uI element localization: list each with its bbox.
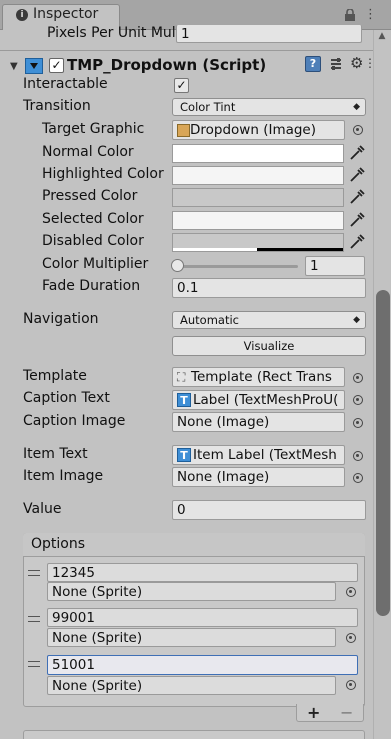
highlighted-color-label: Highlighted Color — [42, 166, 164, 182]
options-title: Options — [31, 536, 86, 552]
item-image-label: Item Image — [23, 468, 104, 484]
tab-title: Inspector — [33, 6, 99, 22]
selected-color-label: Selected Color — [42, 211, 144, 227]
pressed-color-field[interactable] — [172, 188, 344, 207]
template-field[interactable]: ⛶ Template (Rect Trans — [172, 367, 345, 387]
color-multiplier-slider-track[interactable] — [176, 265, 298, 268]
component-enabled-checkbox[interactable]: ✓ — [49, 58, 64, 73]
value-label: Value — [23, 501, 62, 517]
selected-color-field[interactable] — [172, 211, 344, 230]
interactable-label: Interactable — [23, 76, 108, 92]
option-text-field[interactable]: 99001 — [47, 608, 358, 627]
object-picker-icon[interactable] — [353, 473, 363, 483]
caption-text-label: Caption Text — [23, 390, 110, 406]
object-picker-icon[interactable] — [353, 451, 363, 461]
target-graphic-value: Dropdown (Image) — [190, 122, 317, 138]
help-icon[interactable]: ? — [305, 56, 321, 72]
transition-value: Color Tint — [180, 100, 236, 114]
remove-option-button[interactable]: − — [340, 703, 353, 722]
caption-image-label: Caption Image — [23, 413, 126, 429]
drag-handle-icon[interactable] — [28, 661, 40, 667]
navigation-label: Navigation — [23, 311, 99, 327]
eyedropper-icon[interactable] — [348, 166, 366, 184]
foldout-arrow-icon[interactable]: ▼ — [10, 61, 18, 72]
alpha-bar-white — [173, 248, 257, 251]
pixels-per-unit-label: Pixels Per Unit Mult — [47, 25, 182, 41]
eyedropper-icon[interactable] — [348, 233, 366, 251]
lock-icon[interactable] — [344, 9, 356, 21]
target-graphic-field[interactable]: Dropdown (Image) — [172, 120, 345, 140]
navigation-value: Automatic — [180, 313, 239, 327]
next-section-edge — [23, 730, 365, 739]
item-text-field[interactable]: T Item Label (TextMesh — [172, 445, 345, 465]
navigation-dropdown[interactable]: Automatic ◆ — [172, 311, 366, 329]
color-multiplier-slider-thumb[interactable] — [171, 259, 184, 272]
eyedropper-icon[interactable] — [348, 211, 366, 229]
add-option-button[interactable]: + — [307, 703, 320, 722]
fade-duration-label: Fade Duration — [42, 278, 141, 294]
eyedropper-icon[interactable] — [348, 144, 366, 162]
interactable-checkbox[interactable]: ✓ — [174, 78, 189, 93]
color-multiplier-field[interactable]: 1 — [305, 256, 365, 276]
highlighted-color-field[interactable] — [172, 166, 344, 185]
option-image-field[interactable]: None (Sprite) — [47, 582, 336, 601]
disabled-color-field[interactable] — [172, 233, 344, 252]
scrollbar-thumb[interactable] — [376, 290, 390, 616]
dropdown-arrow-icon: ◆ — [353, 315, 360, 325]
component-divider — [0, 50, 373, 51]
alpha-bar-black — [257, 248, 343, 251]
object-picker-icon[interactable] — [346, 633, 356, 643]
presets-icon[interactable] — [329, 57, 343, 71]
value-field[interactable]: 0 — [172, 500, 366, 520]
eyedropper-icon[interactable] — [348, 188, 366, 206]
object-picker-icon[interactable] — [353, 418, 363, 428]
caption-text-value: Label (TextMeshProU( — [193, 392, 339, 408]
item-text-value: Item Label (TextMesh — [193, 447, 337, 463]
scroll-up-arrow-icon[interactable]: ▲ — [376, 31, 388, 41]
fade-duration-field[interactable]: 0.1 — [172, 278, 366, 298]
transition-dropdown[interactable]: Color Tint ◆ — [172, 98, 366, 116]
object-picker-icon[interactable] — [353, 373, 363, 383]
option-text-field-focused[interactable]: 51001 — [47, 655, 358, 675]
textmeshpro-icon: T — [177, 393, 191, 407]
image-icon — [177, 123, 190, 137]
tab-menu-icon[interactable]: ⋮ — [364, 7, 377, 22]
disabled-color-label: Disabled Color — [42, 233, 144, 249]
transition-label: Transition — [23, 98, 91, 114]
pressed-color-label: Pressed Color — [42, 188, 138, 204]
info-icon: i — [16, 9, 28, 21]
drag-handle-icon[interactable] — [28, 570, 40, 576]
option-text-field[interactable]: 12345 — [47, 563, 358, 582]
drag-handle-icon[interactable] — [28, 616, 40, 622]
normal-color-field[interactable] — [172, 144, 344, 163]
settings-gear-icon[interactable]: ⚙ — [350, 54, 363, 72]
item-image-field[interactable]: None (Image) — [172, 467, 345, 487]
template-value: Template (Rect Trans — [191, 369, 332, 385]
template-label: Template — [23, 368, 87, 384]
rect-transform-icon: ⛶ — [177, 370, 186, 384]
component-title: TMP_Dropdown (Script) — [67, 56, 267, 74]
target-graphic-label: Target Graphic — [42, 121, 145, 137]
option-image-field[interactable]: None (Sprite) — [47, 676, 336, 695]
dropdown-arrow-icon: ◆ — [353, 102, 360, 112]
object-picker-icon[interactable] — [353, 395, 363, 405]
script-icon — [25, 58, 43, 74]
visualize-button[interactable]: Visualize — [172, 336, 366, 356]
pixels-per-unit-field[interactable]: 1 — [176, 25, 362, 43]
color-multiplier-label: Color Multiplier — [42, 256, 149, 272]
caption-text-field[interactable]: T Label (TextMeshProU( — [172, 390, 345, 410]
textmeshpro-icon: T — [177, 448, 191, 462]
caption-image-field[interactable]: None (Image) — [172, 412, 345, 432]
option-image-field[interactable]: None (Sprite) — [47, 628, 336, 647]
object-picker-icon[interactable] — [346, 680, 356, 690]
item-text-label: Item Text — [23, 446, 88, 462]
object-picker-icon[interactable] — [346, 587, 356, 597]
object-picker-icon[interactable] — [353, 125, 363, 135]
normal-color-label: Normal Color — [42, 144, 134, 160]
